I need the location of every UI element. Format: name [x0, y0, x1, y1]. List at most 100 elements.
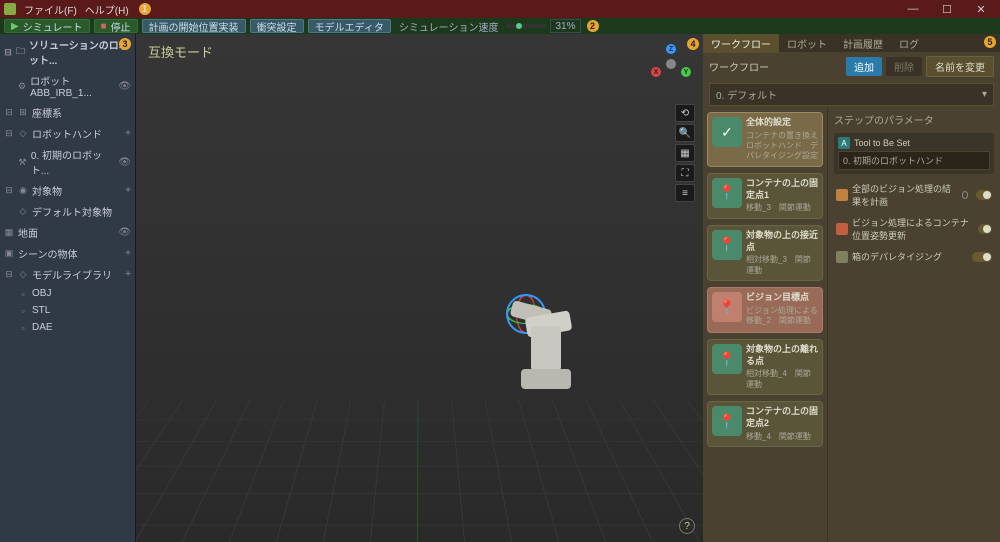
toggle-1[interactable] — [976, 190, 992, 200]
workflow-select[interactable]: 0. デフォルト ▾ — [709, 83, 994, 106]
delete-button[interactable]: 削除 — [886, 57, 922, 76]
viewport[interactable]: 互換モード 4 Z Y X ⟲ 🔍 ▦ ⛶ ≡ ? — [136, 34, 703, 542]
sim-speed-label: シミュレーション速度 — [395, 19, 503, 34]
workflow-step[interactable]: 📍対象物の上の接近点相対移動_3 関節運動 — [707, 225, 823, 281]
window-close[interactable]: ✕ — [966, 1, 996, 17]
menu-help[interactable]: ヘルプ(H) — [85, 2, 129, 17]
visibility-icon[interactable]: 👁 — [118, 81, 131, 92]
tree-scene-label: シーンの物体 — [18, 246, 78, 261]
workflow-step[interactable]: ✓全体的設定コンテナの置き換え ロボットハンド デパレタイジング設定 — [707, 112, 823, 167]
fit-icon[interactable]: ⛶ — [675, 164, 695, 182]
tree-robot-label: ロボット ABB_IRB_1... — [30, 73, 110, 99]
reset-pose-button[interactable]: 計画の開始位置実装 — [142, 19, 246, 33]
tree-modellib[interactable]: ⊟ ◇ モデルライブラリ + — [0, 264, 135, 285]
add-button[interactable]: 追加 — [846, 57, 882, 76]
step-desc: ビジョン処理による移動_2 関節運動 — [746, 306, 818, 327]
cube-icon: ◇ — [18, 207, 28, 217]
param-tool: ATool to Be Set 0. 初期のロボットハンド — [834, 133, 994, 174]
tree-modellib-label: モデルライブラリ — [32, 267, 112, 282]
visibility-icon[interactable]: 👁 — [118, 157, 131, 168]
step-name: コンテナの上の固定点1 — [746, 178, 818, 201]
file-icon: ▫ — [18, 289, 28, 299]
workflow-step[interactable]: 📍コンテナの上の固定点1移動_3 関節運動 — [707, 173, 823, 219]
toolbar: ▶シミュレート ■停止 計画の開始位置実装 衝突設定 モデルエディタ シミュレー… — [0, 18, 1000, 34]
tree-target-item[interactable]: ◇ デフォルト対象物 — [0, 201, 135, 222]
tree-floor[interactable]: ▦ 地面 👁 — [0, 222, 135, 243]
help-icon[interactable]: ? — [679, 518, 695, 534]
right-panel: ワークフロー ロボット 計画履歴 ログ 5 ワークフロー 追加 削除 名前を変更… — [703, 34, 1000, 542]
model-editor-button[interactable]: モデルエディタ — [308, 19, 391, 33]
step-icon: ✓ — [712, 117, 742, 147]
simulate-button[interactable]: ▶シミュレート — [4, 19, 90, 33]
tree-hand-item[interactable]: ⚒ 0. 初期のロボット... 👁 — [0, 144, 135, 180]
tree-targets[interactable]: ⊟ ◉ 対象物 + — [0, 180, 135, 201]
window-minimize[interactable]: — — [898, 1, 928, 17]
sim-speed-slider[interactable] — [506, 24, 546, 28]
tree-scene[interactable]: ▣ シーンの物体 + — [0, 243, 135, 264]
tree-targets-label: 対象物 — [32, 183, 62, 198]
viewport-tools: ⟲ 🔍 ▦ ⛶ ≡ — [675, 104, 695, 202]
orbit-icon[interactable]: ⟲ — [675, 104, 695, 122]
param-tool-value[interactable]: 0. 初期のロボットハンド — [838, 151, 990, 170]
tab-workflow[interactable]: ワークフロー — [703, 34, 779, 53]
workflow-step[interactable]: 📍 ビジョン目標点ビジョン処理による移動_2 関節運動 — [707, 287, 823, 333]
grid-toggle-icon[interactable]: ▦ — [675, 144, 695, 162]
titlebar: ファイル(F) ヘルプ(H) 1 — ☐ ✕ — [0, 0, 1000, 18]
toggle-2[interactable] — [978, 224, 992, 234]
tree-stl[interactable]: ▫STL — [0, 302, 135, 319]
badge-1: 1 — [139, 3, 151, 15]
param-row-1: 全部のビジョン処理の結果を計画 — [834, 178, 994, 212]
gizmo-x[interactable]: X — [651, 67, 661, 77]
add-icon[interactable]: + — [125, 269, 131, 280]
tree-hand-label: ロボットハンド — [32, 126, 102, 141]
window-maximize[interactable]: ☐ — [932, 1, 962, 17]
scene-icon: ▣ — [4, 249, 14, 259]
box-icon — [836, 251, 848, 263]
folder-icon: 🗀 — [16, 47, 25, 57]
badge-3: 3 — [119, 38, 131, 50]
step-icon: 📍 — [712, 178, 742, 208]
tab-robot[interactable]: ロボット — [779, 34, 835, 53]
rename-button[interactable]: 名前を変更 — [926, 56, 994, 77]
stop-button[interactable]: ■停止 — [94, 19, 138, 33]
tree-root-label: ソリューションのロボット... — [29, 37, 131, 67]
zoom-icon[interactable]: 🔍 — [675, 124, 695, 142]
collapse-icon: ⊟ — [4, 270, 14, 280]
add-icon[interactable]: + — [125, 185, 131, 196]
robot-model[interactable] — [501, 259, 591, 389]
collapse-icon: ⊟ — [4, 47, 12, 57]
orientation-gizmo[interactable]: Z Y X — [651, 44, 691, 84]
grid — [136, 34, 703, 542]
radio-icon[interactable] — [962, 191, 969, 199]
add-icon[interactable]: + — [125, 248, 131, 259]
gizmo-center[interactable] — [666, 59, 676, 69]
layers-icon[interactable]: ≡ — [675, 184, 695, 202]
gizmo-y[interactable]: Y — [681, 67, 691, 77]
tree-robot[interactable]: ⚙ ロボット ABB_IRB_1... 👁 — [0, 70, 135, 102]
visibility-icon[interactable]: 👁 — [118, 227, 131, 238]
tree-obj[interactable]: ▫OBJ — [0, 285, 135, 302]
toggle-3[interactable] — [972, 252, 992, 262]
sim-speed-value: 31% — [550, 19, 580, 33]
tab-log[interactable]: ログ — [891, 34, 927, 53]
tree-hand-item-label: 0. 初期のロボット... — [31, 147, 110, 177]
param-row-3: 箱のデパレタイジング — [834, 246, 994, 267]
badge-5: 5 — [984, 36, 996, 48]
tree-dae[interactable]: ▫DAE — [0, 319, 135, 336]
tree-hand[interactable]: ⊟ ◇ ロボットハンド + — [0, 123, 135, 144]
tree-coord[interactable]: ⊟ ⊞ 座標系 — [0, 102, 135, 123]
tree-root[interactable]: ⊟ 🗀 ソリューションのロボット... — [0, 34, 135, 70]
add-icon[interactable]: + — [125, 128, 131, 139]
gizmo-z[interactable]: Z — [666, 44, 676, 54]
collision-button[interactable]: 衝突設定 — [250, 19, 304, 33]
collapse-icon: ⊟ — [4, 129, 14, 139]
workflow-step[interactable]: 📍コンテナの上の固定点2移動_4 関節運動 — [707, 401, 823, 447]
tab-history[interactable]: 計画履歴 — [835, 34, 891, 53]
step-icon: 📍 — [712, 292, 742, 322]
grid-icon: ▦ — [4, 228, 14, 238]
file-icon: ▫ — [18, 323, 28, 333]
step-icon: 📍 — [712, 230, 742, 260]
workflow-step[interactable]: 📍対象物の上の離れる点相対移動_4 関節運動 — [707, 339, 823, 395]
menu-file[interactable]: ファイル(F) — [24, 2, 77, 17]
step-name: ビジョン目標点 — [746, 292, 818, 304]
